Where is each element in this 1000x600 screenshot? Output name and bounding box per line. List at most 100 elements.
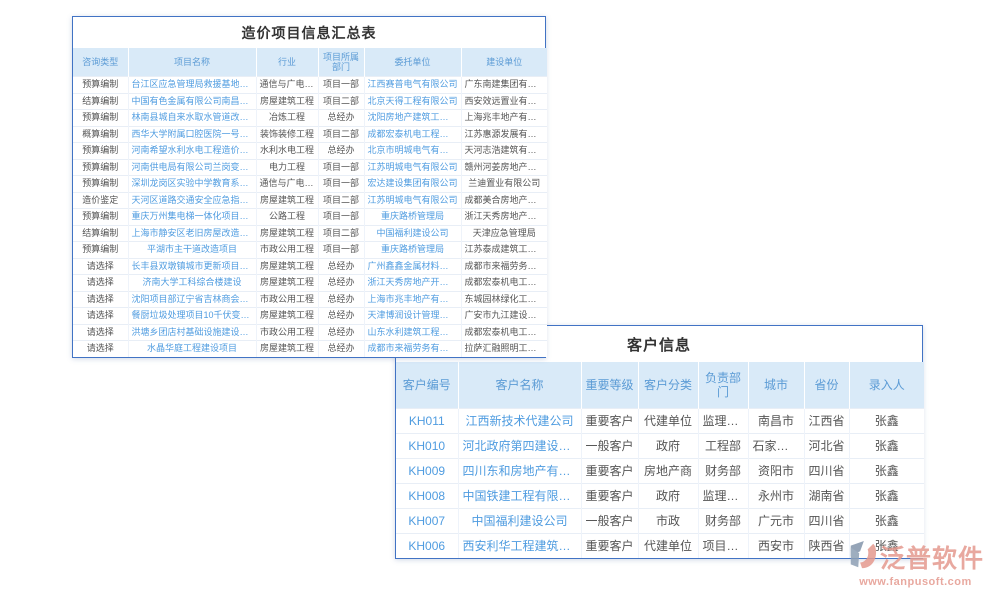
cell-link[interactable]: 上海市兆丰地产有限公司 (364, 291, 461, 308)
cell: 项目一部 (318, 242, 364, 259)
cell: 西安市 (748, 534, 804, 559)
table-row: KH008中国铁建工程有限责任公司重要客户政府监理部门永州市湖南省张鑫 (396, 484, 924, 509)
column-header: 委托单位 (364, 48, 461, 77)
cell-link[interactable]: 北京市明城电气有限公司 (364, 143, 461, 160)
cell-link[interactable]: 广州鑫鑫金属材料有限公司 (364, 258, 461, 275)
cell-link[interactable]: 宏达建设集团有限公司 (364, 176, 461, 193)
cell-link[interactable]: 西安利华工程建筑公司 (458, 534, 581, 559)
cell-link[interactable]: 江西赛普电气有限公司 (364, 77, 461, 94)
cell-link[interactable]: 中国有色金属有限公司南昌总部经济产业园项目 (128, 93, 256, 110)
cell-link[interactable]: 中国福利建设公司 (458, 509, 581, 534)
summary-table-title: 造价项目信息汇总表 (73, 17, 545, 48)
cell: 电力工程 (256, 159, 318, 176)
cell: 项目二部 (318, 126, 364, 143)
table-row: KH011江西新技术代建公司重要客户代建单位监理部门南昌市江西省张鑫 (396, 409, 924, 434)
cell: 陕西省 (804, 534, 849, 559)
cell-link[interactable]: 河南供电局有限公司兰岗变电站运维扩建工程 (128, 159, 256, 176)
cell-link[interactable]: 中国福利建设公司 (364, 225, 461, 242)
cell: 预算编制 (73, 143, 128, 160)
cell-link[interactable]: KH009 (396, 459, 458, 484)
cell-link[interactable]: 四川东和房地产有限责任公司 (458, 459, 581, 484)
cell-link[interactable]: KH008 (396, 484, 458, 509)
table-row: 预算编制重庆万州集电梯一体化项目配套道路工程公路工程项目一部重庆路桥管理局浙江天… (73, 209, 547, 226)
cell-link[interactable]: 重庆路桥管理局 (364, 242, 461, 259)
cell-link[interactable]: 成都宏泰机电工程有限公司 (364, 126, 461, 143)
cell-link[interactable]: 上海市静安区老旧房屋改造加固工程 (128, 225, 256, 242)
cell: 冶炼工程 (256, 110, 318, 127)
cell-link[interactable]: 河南希望水利水电工程造价咨询项目 (128, 143, 256, 160)
cell: 预算编制 (73, 176, 128, 193)
fanpu-logo-name: 泛普软件 (880, 539, 984, 575)
cell: 装饰装修工程 (256, 126, 318, 143)
cell-link[interactable]: KH007 (396, 509, 458, 534)
cell: 市政 (638, 509, 698, 534)
cell: 房屋建筑工程 (256, 93, 318, 110)
cell: 天津应急管理局 (461, 225, 547, 242)
cell-link[interactable]: 重庆路桥管理局 (364, 209, 461, 226)
cell-link[interactable]: 浙江天秀房地产开发有限公司 (364, 275, 461, 292)
cell-link[interactable]: 水晶华庭工程建设项目 (128, 341, 256, 357)
cell: 河北省 (804, 434, 849, 459)
cell-link[interactable]: 山东水利建筑工程有限公司 (364, 324, 461, 341)
cell-link[interactable]: 天河区道路交通安全应急指挥中心建设项目 (128, 192, 256, 209)
table-row: 请选择长丰县双墩镇城市更新项目紫桐苑安置房房屋建筑工程总经办广州鑫鑫金属材料有限… (73, 258, 547, 275)
cell-link[interactable]: 河北政府第四建设股份有限公司 (458, 434, 581, 459)
cell-link[interactable]: 江苏明城电气有限公司 (364, 192, 461, 209)
cell-link[interactable]: 林南县城自来水取水管道改迁建项目 (128, 110, 256, 127)
cell: 请选择 (73, 324, 128, 341)
cell-link[interactable]: 沈阳项目部辽宁省吉林商会总部大厦项目 (128, 291, 256, 308)
cell: 财务部 (698, 509, 748, 534)
cell: 房地产商 (638, 459, 698, 484)
fanpu-logo: 泛普软件 www.fanpusoft.com (847, 539, 984, 588)
cell: 通信与广电工程 (256, 176, 318, 193)
cell: 项目一部 (318, 159, 364, 176)
column-header: 客户分类 (638, 362, 698, 409)
cell-link[interactable]: 餐厨垃圾处理项目10千伏变电站新建工程 (128, 308, 256, 325)
table-row: KH009四川东和房地产有限责任公司重要客户房地产商财务部资阳市四川省张鑫 (396, 459, 924, 484)
cell-link[interactable]: KH006 (396, 534, 458, 559)
cell: 水利水电工程 (256, 143, 318, 160)
table-row: 请选择餐厨垃圾处理项目10千伏变电站新建工程房屋建筑工程总经办天津博润设计管理有… (73, 308, 547, 325)
cell: 监理部门 (698, 409, 748, 434)
cell: 房屋建筑工程 (256, 258, 318, 275)
cell-link[interactable]: 长丰县双墩镇城市更新项目紫桐苑安置房 (128, 258, 256, 275)
cell-link[interactable]: 深圳龙岗区实验中学教育系统维修改造工程 (128, 176, 256, 193)
cell-link[interactable]: 西华大学附属口腔医院一号楼装饰项目 (128, 126, 256, 143)
cell: 结算编制 (73, 93, 128, 110)
customer-table-card: 客户信息 客户编号客户名称重要等级客户分类负责部门城市省份录入人 KH011江西… (395, 325, 923, 559)
cell-link[interactable]: 中国铁建工程有限责任公司 (458, 484, 581, 509)
table-row: 请选择济南大学工科综合楼建设房屋建筑工程总经办浙江天秀房地产开发有限公司成都宏泰… (73, 275, 547, 292)
cell: 成都美合房地产有限公司 (461, 192, 547, 209)
cell-link[interactable]: 洪塘乡团店村基础设施建设工程 (128, 324, 256, 341)
cell: 张鑫 (849, 459, 924, 484)
cell-link[interactable]: 台江区应急管理局救援基地停车棚、连廊建设项目 (128, 77, 256, 94)
cell-link[interactable]: 江西新技术代建公司 (458, 409, 581, 434)
cell: 赣州河姜房地产有限公司 (461, 159, 547, 176)
cell-link[interactable]: 重庆万州集电梯一体化项目配套道路工程 (128, 209, 256, 226)
cell: 工程部 (698, 434, 748, 459)
cell: 代建单位 (638, 409, 698, 434)
cell-link[interactable]: 江苏明城电气有限公司 (364, 159, 461, 176)
cell-link[interactable]: KH011 (396, 409, 458, 434)
cell: 张鑫 (849, 509, 924, 534)
cell: 四川省 (804, 509, 849, 534)
cell: 资阳市 (748, 459, 804, 484)
cell: 江苏惠源发展有限公司 (461, 126, 547, 143)
cell: 张鑫 (849, 484, 924, 509)
table-row: KH010河北政府第四建设股份有限公司一般客户政府工程部石家庄市河北省张鑫 (396, 434, 924, 459)
column-header: 行业 (256, 48, 318, 77)
cell-link[interactable]: 北京天得工程有限公司 (364, 93, 461, 110)
cell-link[interactable]: 沈阳房地产建筑工程公司 (364, 110, 461, 127)
cell: 项目二部 (318, 93, 364, 110)
cell: 总经办 (318, 341, 364, 357)
cell: 张鑫 (849, 434, 924, 459)
cell-link[interactable]: 平湖市主干道改造项目 (128, 242, 256, 259)
cell-link[interactable]: 成都市来福劳务有限公司 (364, 341, 461, 357)
cell-link[interactable]: KH010 (396, 434, 458, 459)
cell: 永州市 (748, 484, 804, 509)
cell-link[interactable]: 天津博润设计管理有限公司 (364, 308, 461, 325)
table-row: 预算编制平湖市主干道改造项目市政公用工程项目一部重庆路桥管理局江苏泰成建筑工程有… (73, 242, 547, 259)
cell: 湖南省 (804, 484, 849, 509)
column-header: 项目名称 (128, 48, 256, 77)
cell-link[interactable]: 济南大学工科综合楼建设 (128, 275, 256, 292)
